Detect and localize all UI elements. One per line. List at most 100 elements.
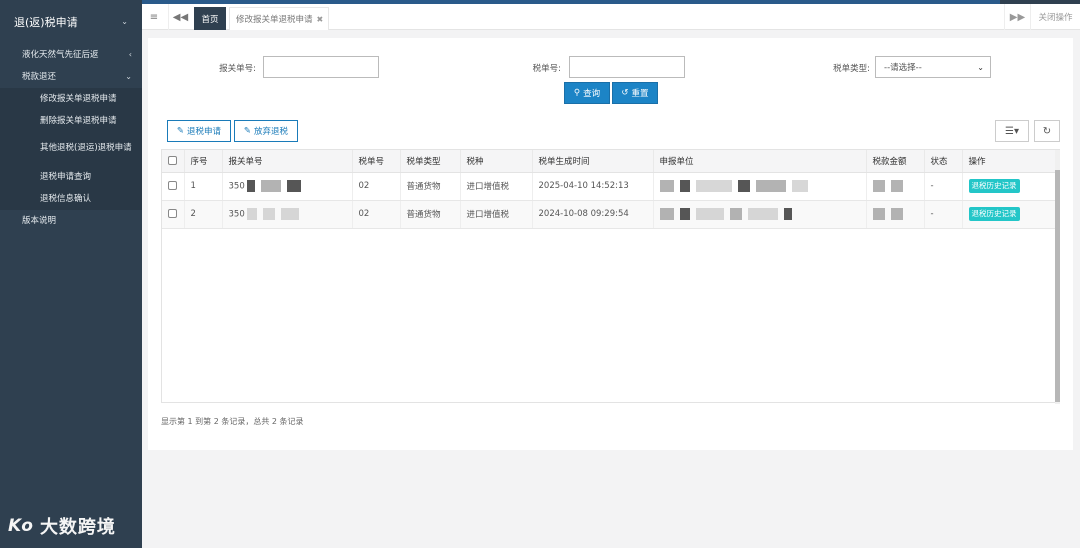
refund-history-button[interactable]: 退税历史记录 [968, 207, 1020, 221]
col-tax-kind[interactable]: 税种 [460, 150, 533, 173]
refresh-icon: ↻ [1042, 125, 1052, 137]
cell-index: 1 [184, 172, 223, 201]
cell-tax-type: 普通货物 [400, 200, 461, 229]
cell-tax-no: 02 [352, 200, 401, 229]
refund-history-button[interactable]: 退税历史记录 [968, 179, 1020, 193]
sidebar-subitem-delete[interactable]: 删除报关单退税申请 [0, 110, 142, 132]
sidebar-title[interactable]: 退(返)税申请 ⌄ [0, 4, 142, 40]
sidebar-subitem-query[interactable]: 退税申请查询 [0, 166, 142, 188]
table-row: 2 350 02 普通货物 进口增值税 2024-10-08 09:29:54 … [162, 200, 1056, 229]
sidebar-subitem-label: 其他退税(退运)退税申请 [40, 142, 132, 153]
customs-no-input[interactable] [263, 56, 379, 78]
cell-status: - [924, 200, 963, 229]
reset-button-label: 重置 [631, 89, 649, 99]
row-checkbox-cell[interactable] [162, 172, 185, 201]
cell-declarant-redacted [653, 200, 867, 229]
sidebar-item-version[interactable]: 版本说明 [0, 209, 142, 231]
sidebar-item-label: 税款退还 [22, 72, 57, 82]
cell-actions: 退税历史记录 [962, 200, 1056, 229]
chevron-down-icon: ⌄ [977, 62, 984, 72]
sidebar-title-label: 退(返)税申请 [14, 16, 78, 29]
sidebar-item-label: 液化天然气先征后返 [22, 50, 99, 60]
scroll-left-icon[interactable]: ◀◀ [168, 4, 192, 30]
tab-home[interactable]: 首页 [194, 7, 226, 30]
col-index[interactable]: 序号 [184, 150, 223, 173]
cell-declarant-redacted [653, 172, 867, 201]
chevron-down-icon: ⌄ [121, 17, 128, 26]
tax-type-label: 税单类型: [833, 64, 870, 74]
cell-index: 2 [184, 200, 223, 229]
row-checkbox[interactable] [168, 181, 177, 190]
sidebar-subitem-label: 退税信息确认 [40, 193, 92, 204]
cell-actions: 退税历史记录 [962, 172, 1056, 201]
abandon-refund-label: 放弃退税 [254, 127, 289, 137]
sidebar-item-lng-refund[interactable]: 液化天然气先征后返 ‹ [0, 43, 142, 65]
col-status[interactable]: 状态 [924, 150, 963, 173]
edit-icon: ✎ [176, 126, 185, 136]
sidebar-subitem-modify[interactable]: 修改报关单退税申请 [0, 88, 142, 110]
customs-no-text: 350 [228, 181, 245, 192]
cell-tax-type: 普通货物 [400, 172, 461, 201]
cell-tax-kind: 进口增值税 [460, 172, 533, 201]
main-panel: 报关单号: 税单号: 税单类型: --请选择-- ⌄ ⚲ 查询 ↺ 重置 ✎ 退… [148, 38, 1073, 450]
col-declarant[interactable]: 申报单位 [653, 150, 867, 173]
sidebar-subitem-label: 删除报关单退税申请 [40, 115, 117, 126]
menu-toggle-icon[interactable]: ≡ [142, 4, 166, 30]
table-row: 1 350 02 普通货物 进口增值税 2025-04-10 14:52:13 … [162, 172, 1056, 201]
col-customs-no[interactable]: 报关单号 [222, 150, 353, 173]
tab-current-label: 修改报关单退税申请 [236, 15, 313, 25]
query-button-label: 查询 [583, 89, 601, 99]
customs-no-text: 350 [228, 209, 245, 220]
apply-refund-label: 退税申请 [187, 127, 222, 137]
sidebar: 退(返)税申请 ⌄ 液化天然气先征后返 ‹ 税款退还 ⌄ 修改报关单退税申请 删… [0, 0, 142, 548]
table-header-row: 序号 报关单号 税单号 税单类型 税种 税单生成时间 申报单位 税款金额 状态 … [162, 150, 1056, 173]
cell-tax-no: 02 [352, 172, 401, 201]
columns-toggle-button[interactable]: ☰▾ [995, 120, 1029, 142]
col-actions[interactable]: 操作 [962, 150, 1056, 173]
cell-status: - [924, 172, 963, 201]
table-scrollbar[interactable] [1055, 150, 1060, 404]
scrollbar-thumb[interactable] [1055, 170, 1060, 402]
col-tax-no[interactable]: 税单号 [352, 150, 401, 173]
cell-customs-no: 350 [222, 200, 353, 229]
chevron-left-icon: ‹ [128, 49, 132, 59]
sidebar-subitem-other-refund[interactable]: 其他退税(退运)退税申请 [0, 132, 142, 164]
watermark-logo: Ko [8, 516, 34, 536]
refresh-button[interactable]: ↻ [1034, 120, 1060, 142]
close-tab-icon[interactable]: ✖ [317, 15, 324, 24]
cell-amount-redacted [866, 172, 925, 201]
sidebar-item-tax-refund[interactable]: 税款退还 ⌄ [0, 65, 142, 87]
cell-time: 2024-10-08 09:29:54 [532, 200, 654, 229]
reset-icon: ↺ [621, 88, 629, 98]
query-button[interactable]: ⚲ 查询 [564, 82, 610, 104]
chevron-down-icon: ⌄ [125, 71, 132, 81]
tax-no-input[interactable] [569, 56, 685, 78]
watermark-text: 大数跨境 [39, 517, 116, 538]
select-all-checkbox[interactable] [168, 155, 177, 165]
col-time[interactable]: 税单生成时间 [532, 150, 654, 173]
row-checkbox-cell[interactable] [162, 200, 185, 229]
reset-button[interactable]: ↺ 重置 [612, 82, 658, 104]
col-amount[interactable]: 税款金额 [866, 150, 925, 173]
cell-tax-kind: 进口增值税 [460, 200, 533, 229]
edit-icon: ✎ [243, 126, 252, 136]
sidebar-subitem-confirm[interactable]: 退税信息确认 [0, 188, 142, 210]
select-all-header[interactable] [162, 150, 185, 173]
col-tax-type[interactable]: 税单类型 [400, 150, 461, 173]
scroll-right-icon[interactable]: ▶▶ [1004, 4, 1030, 30]
sidebar-item-label: 版本说明 [22, 216, 57, 226]
tax-type-select[interactable]: --请选择-- ⌄ [875, 56, 991, 78]
cell-time: 2025-04-10 14:52:13 [532, 172, 654, 201]
abandon-refund-button[interactable]: ✎ 放弃退税 [234, 120, 298, 142]
cell-amount-redacted [866, 200, 925, 229]
sidebar-subitem-label: 退税申请查询 [40, 171, 92, 182]
tab-current[interactable]: 修改报关单退税申请 ✖ [229, 7, 329, 30]
row-checkbox[interactable] [168, 209, 177, 218]
apply-refund-button[interactable]: ✎ 退税申请 [167, 120, 231, 142]
data-table: 序号 报关单号 税单号 税单类型 税种 税单生成时间 申报单位 税款金额 状态 … [161, 149, 1060, 404]
watermark: Ko 大数跨境 [8, 513, 116, 539]
close-operations-button[interactable]: 关闭操作 [1030, 4, 1080, 30]
cell-customs-no: 350 [222, 172, 353, 201]
pagination-summary: 显示第 1 到第 2 条记录，总共 2 条记录 [161, 417, 304, 426]
tax-no-label: 税单号: [532, 64, 561, 74]
